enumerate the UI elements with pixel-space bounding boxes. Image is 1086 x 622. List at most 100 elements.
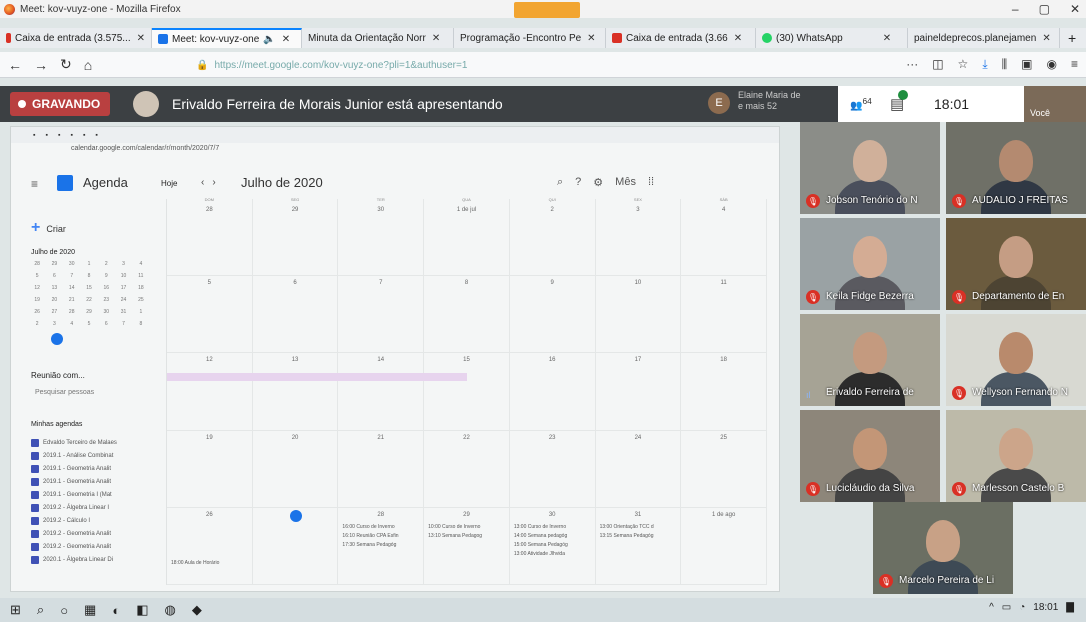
calendar-day-cell[interactable]: 23 — [509, 430, 596, 508]
calendar-checkbox[interactable] — [31, 530, 39, 538]
calendar-day-cell[interactable]: 21 — [338, 430, 425, 508]
explorer-icon[interactable]: ▦ — [84, 602, 96, 618]
calendar-day-cell[interactable]: 29 — [424, 507, 510, 585]
search-icon[interactable]: ⌕ — [37, 602, 44, 618]
mini-calendar-day[interactable]: 17 — [115, 285, 131, 296]
mini-calendar-day[interactable]: 25 — [133, 297, 149, 308]
calendar-day-cell[interactable]: 10 — [595, 276, 682, 354]
mini-calendar-day[interactable]: 23 — [98, 297, 114, 308]
tab-meet[interactable]: Meet: kov-vuyz-one 🔈 ✕ — [152, 28, 302, 48]
calendar-day-cell[interactable]: 7 — [338, 276, 425, 354]
calendar-day-cell[interactable]: 14 — [338, 353, 425, 431]
participant-tile[interactable]: ıl Erivaldo Ferreira de — [800, 314, 940, 406]
mini-calendar-day[interactable]: 14 — [64, 285, 80, 296]
calendar-day-cell[interactable]: 26 — [167, 507, 253, 585]
mini-calendar-day[interactable]: 6 — [46, 273, 62, 284]
menu-icon[interactable]: ≡ — [1071, 57, 1078, 72]
bookmark-star-icon[interactable]: ☆ — [958, 57, 969, 72]
library-icon[interactable]: ⫼ — [1002, 57, 1008, 72]
tray-arrow-icon[interactable]: ^ — [989, 602, 994, 613]
calendar-day-cell[interactable]: TER 30 — [338, 197, 425, 277]
maximize-button[interactable]: ▢ — [1039, 2, 1050, 16]
calendar-list-item[interactable]: Edvaldo Terceiro de Malaes — [31, 437, 117, 449]
battery-icon[interactable]: ▭ — [1002, 602, 1011, 613]
mini-calendar-day[interactable]: 7 — [115, 321, 131, 332]
taskbar-clock[interactable]: 18:01 — [1033, 602, 1058, 613]
mini-calendar-day[interactable]: 12 — [29, 285, 45, 296]
calendar-day-cell[interactable]: DOM 28 — [167, 197, 253, 277]
speaker-icon[interactable]: 🔈 — [263, 34, 275, 45]
calendar-event[interactable]: 10:00 Curso de Inverno — [428, 524, 480, 530]
calendar-day-cell[interactable]: SEX 3 — [595, 197, 682, 277]
self-view-tile[interactable]: Você — [1024, 86, 1086, 122]
people-button[interactable]: 👥64 — [850, 96, 872, 111]
participant-chip-avatar[interactable]: E — [708, 92, 730, 114]
reader-icon[interactable]: ▣ — [1021, 57, 1032, 72]
page-actions-icon[interactable]: ··· — [906, 57, 918, 72]
calendar-list-item[interactable]: 2019.1 - Análise Combinat — [31, 450, 117, 462]
mini-calendar-day[interactable]: 26 — [29, 309, 45, 320]
calendar-checkbox[interactable] — [31, 517, 39, 525]
tab-whatsapp[interactable]: (30) WhatsApp ✕ — [756, 28, 908, 48]
mini-calendar-day[interactable]: 5 — [81, 321, 97, 332]
url-bar[interactable]: 🔒 https://meet.google.com/kov-vuyz-one?p… — [196, 56, 756, 74]
calendar-day-cell[interactable]: 16 — [509, 353, 596, 431]
calendar-event[interactable]: 18:00 Aula de Horário — [171, 560, 219, 566]
calendar-list-item[interactable]: 2019.1 - Geometria Analit — [31, 463, 117, 475]
mini-calendar-day[interactable]: 1 — [133, 309, 149, 320]
mini-calendar-day[interactable]: 13 — [46, 285, 62, 296]
calendar-event[interactable]: 13:00 Curso de Inverno — [514, 524, 566, 530]
hamburger-icon[interactable]: ≡ — [31, 177, 38, 191]
calendar-event[interactable]: 16:10 Reunião CPA Esfin — [342, 533, 398, 539]
close-icon[interactable]: ✕ — [1042, 33, 1050, 44]
windows-start-icon[interactable]: ⊞ — [10, 602, 21, 618]
calendar-list-item[interactable]: 2019.1 - Geometria Analit — [31, 476, 117, 488]
close-icon[interactable]: ✕ — [282, 34, 290, 45]
participant-tile[interactable]: 🎙 AUDALIO J FREITAS — [946, 122, 1086, 214]
calendar-day-cell[interactable]: QUI 2 — [509, 197, 596, 277]
home-icon[interactable]: ⌂ — [84, 57, 92, 73]
mini-calendar-day[interactable]: 8 — [81, 273, 97, 284]
mini-calendar-day[interactable]: 4 — [64, 321, 80, 332]
calendar-checkbox[interactable] — [31, 452, 39, 460]
download-icon[interactable]: ⤓ — [982, 57, 987, 72]
close-icon[interactable]: ✕ — [734, 33, 742, 44]
tab-painel[interactable]: paineldeprecos.planejamen ✕ — [908, 28, 1060, 48]
mini-calendar-day[interactable]: 8 — [133, 321, 149, 332]
mini-calendar-day[interactable]: 5 — [29, 273, 45, 284]
participant-tile[interactable]: 🎙 Wellyson Fernando N — [946, 314, 1086, 406]
participant-tile[interactable]: 🎙 Keila Fidge Bezerra — [800, 218, 940, 310]
calendar-event[interactable]: 14:00 Semana pedagóg — [514, 533, 567, 539]
mini-calendar-day[interactable]: 27 — [46, 309, 62, 320]
mini-calendar-day[interactable]: 10 — [115, 273, 131, 284]
create-button[interactable]: + Criar — [31, 219, 66, 237]
calendar-day-cell[interactable]: 17 — [595, 353, 682, 431]
calendar-day-cell[interactable]: 24 — [595, 430, 682, 508]
calendar-list-item[interactable]: 2019.2 - Álgebra Linear I — [31, 502, 117, 514]
forward-icon[interactable]: → — [34, 57, 48, 73]
calendar-day-cell[interactable]: 15 — [424, 353, 510, 431]
calendar-day-cell[interactable]: SÁB 4 — [681, 197, 767, 277]
app-taskbar-icon[interactable]: ◆ — [192, 602, 202, 618]
today-button[interactable]: Hoje — [161, 179, 177, 188]
tab-gmail-1[interactable]: Caixa de entrada (3.575... ✕ — [0, 28, 152, 48]
pocket-icon[interactable]: ◫ — [932, 57, 943, 72]
calendar-event[interactable]: 15:00 Semana Pedagóg — [514, 542, 568, 548]
close-icon[interactable]: ✕ — [883, 33, 891, 44]
mini-calendar-day[interactable]: 30 — [98, 309, 114, 320]
calendar-checkbox[interactable] — [31, 478, 39, 486]
view-select[interactable]: Mês — [615, 176, 636, 189]
calendar-day-cell[interactable]: 31 — [595, 507, 682, 585]
calendar-event[interactable]: 17:30 Semana Pedagóg — [342, 542, 396, 548]
mini-calendar-day[interactable]: 2 — [29, 321, 45, 332]
mini-calendar-day[interactable]: 1 — [81, 261, 97, 272]
month-nav-arrows[interactable]: ‹› — [201, 177, 224, 188]
firefox-taskbar-icon[interactable]: ◍ — [165, 602, 176, 618]
calendar-day-cell[interactable]: 6 — [252, 276, 339, 354]
participant-tile[interactable]: 🎙 Jobson Tenório do N — [800, 122, 940, 214]
close-icon[interactable]: ✕ — [432, 33, 440, 44]
tab-programacao[interactable]: Programação -Encontro Pe ✕ — [454, 28, 606, 48]
help-icon[interactable]: ? — [575, 176, 581, 189]
calendar-checkbox[interactable] — [31, 439, 39, 447]
calendar-list-item[interactable]: 2019.2 - Geometria Analit — [31, 528, 117, 540]
